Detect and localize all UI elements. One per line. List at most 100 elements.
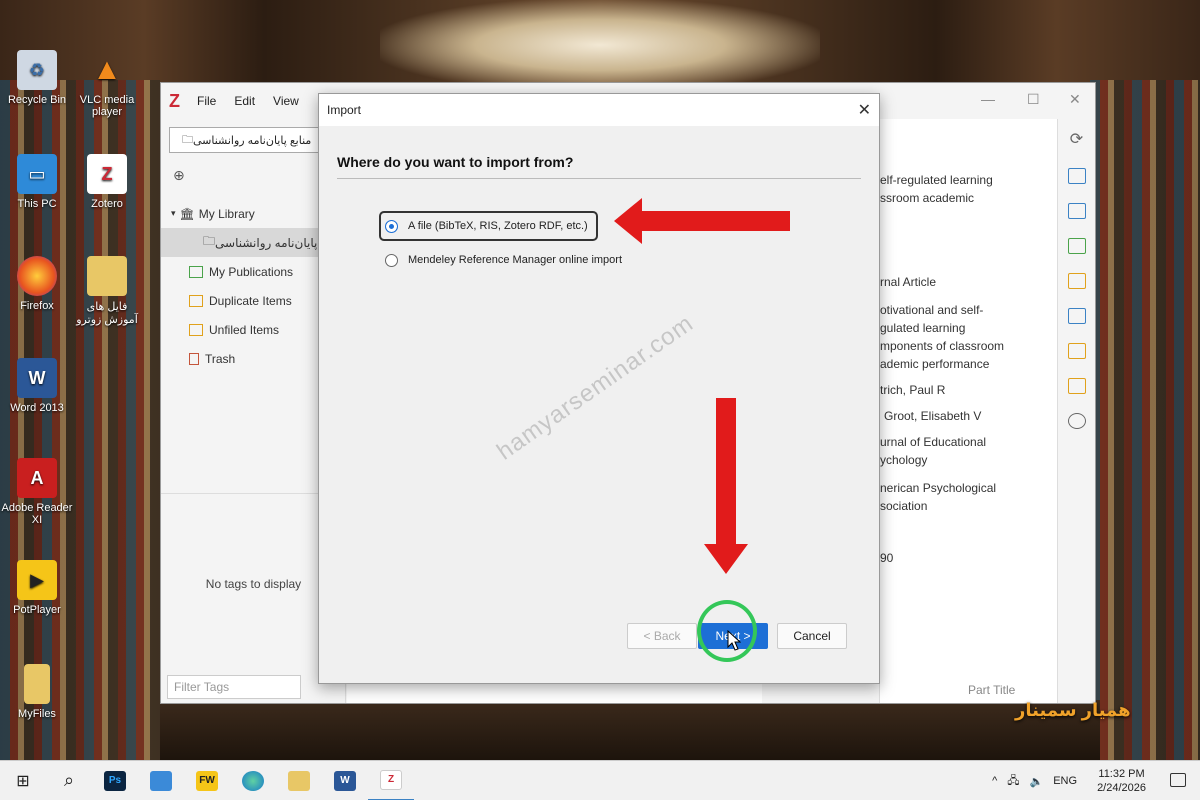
- import-option-label: Mendeley Reference Manager online import: [408, 254, 623, 266]
- radio-unselected-icon: [385, 253, 398, 267]
- info-icon[interactable]: [1067, 168, 1086, 184]
- item-publication: urnal of Educational: [880, 435, 987, 449]
- dialog-close-icon[interactable]: ✕: [858, 100, 871, 120]
- back-button[interactable]: < Back: [627, 623, 697, 649]
- item-title-line: otivational and self-: [880, 303, 984, 317]
- cancel-button[interactable]: Cancel: [777, 623, 847, 649]
- clock-date: 2/24/2026: [1097, 782, 1146, 794]
- clock-time: 11:32 PM: [1098, 768, 1145, 780]
- zotero-logo-icon: Z: [87, 154, 127, 194]
- desktop-icon-label: PotPlayer: [13, 604, 61, 616]
- vlc-cone-icon: ▲: [92, 53, 122, 86]
- item-publisher: nerican Psychological: [880, 481, 997, 495]
- taskbar-zotero[interactable]: Z: [368, 761, 414, 800]
- close-icon[interactable]: ✕: [1069, 91, 1081, 108]
- desktop-icon-label: فایل های آموزش زوترو: [76, 301, 138, 326]
- trash-icon: [189, 352, 199, 365]
- folder-icon: 🗀: [182, 133, 193, 146]
- import-dialog: Import ✕ Where do you want to import fro…: [318, 93, 880, 684]
- filter-tags-input[interactable]: Filter Tags: [167, 675, 301, 699]
- tree-item-label: My Library: [198, 206, 255, 221]
- notification-icon[interactable]: [1170, 773, 1186, 787]
- tree-item-label: Trash: [205, 351, 236, 366]
- locate-icon[interactable]: [1067, 413, 1086, 429]
- folder-icon: [24, 664, 50, 704]
- libraries-collections-icon[interactable]: [1067, 308, 1086, 324]
- minimize-icon[interactable]: —: [981, 91, 995, 107]
- item-year: 90: [880, 551, 894, 565]
- desktop-icon-folder-zotero-tutorials[interactable]: فایل های آموزش زوترو: [70, 256, 144, 326]
- mouse-cursor-icon: [727, 630, 741, 651]
- item-title-fragment: ssroom academic: [880, 191, 975, 205]
- red-arrow-down-annotation: [704, 398, 748, 574]
- attachments-icon[interactable]: [1067, 238, 1086, 254]
- item-author: Groot, Elisabeth V: [884, 409, 982, 423]
- menu-file[interactable]: File: [197, 94, 216, 108]
- desktop-icon-word[interactable]: W Word 2013: [0, 358, 74, 414]
- item-publication: ychology: [880, 453, 928, 467]
- volume-icon[interactable]: 🔈: [1030, 775, 1044, 788]
- abstract-icon[interactable]: [1067, 203, 1086, 219]
- taskbar-word[interactable]: W: [322, 761, 368, 800]
- import-option-mendeley[interactable]: Mendeley Reference Manager online import: [385, 245, 622, 275]
- menu-view[interactable]: View: [273, 94, 299, 108]
- network-icon[interactable]: 🖧: [1007, 772, 1019, 791]
- desktop-icon-this-pc[interactable]: ▭ This PC: [0, 154, 74, 210]
- adobe-reader-icon: A: [17, 458, 57, 498]
- brand-logo-text: همیار سمینار: [1015, 700, 1131, 720]
- item-pane: elf-regulated learning ssroom academic r…: [879, 119, 1057, 703]
- duplicate-icon: [189, 294, 203, 307]
- item-title-line: ademic performance: [880, 357, 990, 371]
- windows-logo-icon: ⊞: [16, 772, 30, 790]
- desktop-icon-label: This PC: [17, 198, 57, 210]
- taskbar-filmora[interactable]: FW: [184, 761, 230, 800]
- desktop-icon-potplayer[interactable]: ▶ PotPlayer: [0, 560, 74, 616]
- related-icon[interactable]: [1067, 378, 1086, 394]
- start-button[interactable]: ⊞: [0, 761, 46, 800]
- tags-icon[interactable]: [1067, 343, 1086, 359]
- folder-icon: [288, 770, 310, 791]
- item-type: rnal Article: [880, 275, 937, 289]
- item-title-line: mponents of classroom: [880, 339, 1005, 353]
- desktop-icon-myfiles[interactable]: MyFiles: [0, 664, 74, 720]
- desktop-icon-firefox[interactable]: Firefox: [0, 256, 74, 312]
- desktop-icon-label: Firefox: [20, 300, 54, 312]
- collection-breadcrumb[interactable]: منابع پایان‌نامه روانشناسی 🗀: [169, 127, 337, 153]
- taskbar-photoshop[interactable]: Ps: [92, 761, 138, 800]
- notes-icon[interactable]: [1067, 273, 1086, 289]
- import-option-file[interactable]: A file (BibTeX, RIS, Zotero RDF, etc.): [379, 211, 598, 241]
- taskbar-control-panel[interactable]: [138, 761, 184, 800]
- monitor-icon: ▭: [17, 154, 57, 194]
- firefox-icon: [17, 256, 57, 296]
- desktop-icon-label: Recycle Bin: [7, 94, 67, 106]
- desktop-icon-vlc[interactable]: ▲ VLC media player: [70, 50, 144, 118]
- menu-edit[interactable]: Edit: [234, 94, 255, 108]
- maximize-icon[interactable]: ☐: [1027, 91, 1040, 108]
- potplayer-icon: ▶: [17, 560, 57, 600]
- taskbar-file-explorer[interactable]: [276, 761, 322, 800]
- folder-icon: [87, 256, 127, 296]
- red-arrow-left-annotation: [614, 198, 790, 244]
- part-title-label: Part Title: [968, 683, 1016, 697]
- language-indicator[interactable]: ENG: [1053, 775, 1077, 787]
- collection-breadcrumb-label: منابع پایان‌نامه روانشناسی: [193, 134, 312, 147]
- control-panel-icon: [150, 770, 172, 791]
- chevron-up-icon[interactable]: ^: [992, 775, 997, 787]
- taskbar-edge[interactable]: [230, 761, 276, 800]
- clock[interactable]: 11:32 PM 2/24/2026: [1097, 767, 1146, 795]
- desktop-icon-recycle-bin[interactable]: ♻ Recycle Bin: [0, 50, 74, 106]
- item-title-fragment: elf-regulated learning: [880, 173, 993, 187]
- photoshop-icon: Ps: [104, 770, 126, 791]
- desktop-icon-label: VLC media player: [79, 94, 135, 118]
- desktop-icon-zotero[interactable]: Z Zotero: [70, 154, 144, 210]
- dialog-titlebar: Import: [319, 94, 879, 126]
- desktop-icon-label: Word 2013: [10, 402, 64, 414]
- search-button[interactable]: ⌕: [46, 761, 92, 800]
- desktop-icon-adobe-reader[interactable]: A Adobe Reader XI: [0, 458, 74, 526]
- radio-selected-icon: [385, 219, 398, 233]
- sync-icon[interactable]: ⟳: [1058, 119, 1095, 149]
- tree-item-label: My Publications: [209, 264, 294, 279]
- library-icon: 🏛: [179, 206, 195, 221]
- import-option-label: A file (BibTeX, RIS, Zotero RDF, etc.): [408, 220, 588, 232]
- publications-icon: [189, 265, 203, 278]
